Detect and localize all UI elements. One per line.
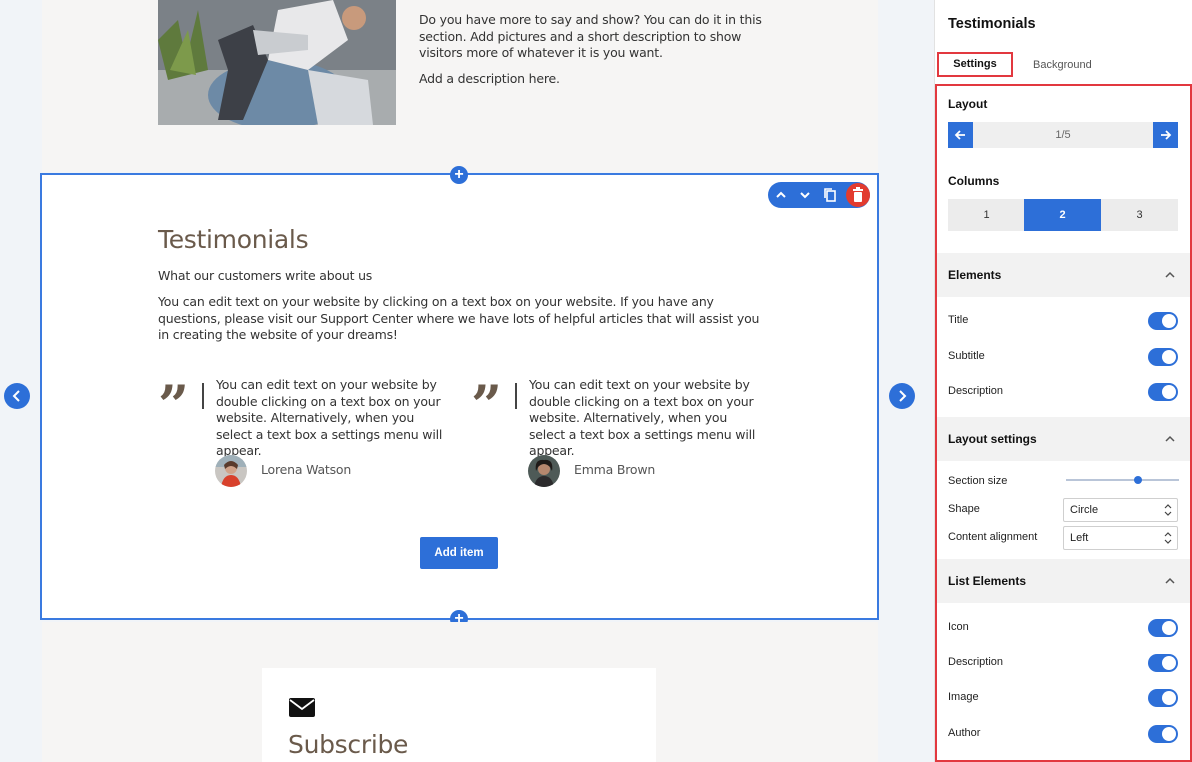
arrow-right-icon[interactable] — [1153, 122, 1178, 148]
author-name[interactable]: Emma Brown — [574, 462, 655, 477]
shape-select[interactable]: Circle — [1063, 498, 1178, 522]
author-avatar[interactable] — [215, 455, 247, 487]
testimonial-text[interactable]: You can edit text on your website by dou… — [529, 377, 761, 460]
panel-title: Testimonials — [948, 16, 1036, 32]
layout-settings-heading: Layout settings — [948, 432, 1037, 446]
editor-canvas: Do you have more to say and show? You ca… — [0, 0, 934, 762]
elements-group-header[interactable]: Elements — [937, 253, 1190, 297]
layout-settings-group-header[interactable]: Layout settings — [937, 417, 1190, 461]
testimonial-item[interactable]: ” You can edit text on your website by d… — [158, 373, 458, 490]
testimonial-text[interactable]: You can edit text on your website by dou… — [216, 377, 448, 460]
chevron-down-icon[interactable] — [794, 182, 816, 208]
testimonials-title[interactable]: Testimonials — [158, 225, 309, 254]
about-image[interactable] — [158, 0, 396, 125]
add-item-button[interactable]: Add item — [420, 537, 498, 569]
tab-settings[interactable]: Settings — [937, 52, 1013, 77]
chevron-up-icon — [1165, 435, 1175, 442]
copy-icon[interactable] — [819, 182, 841, 208]
columns-option-1[interactable]: 1 — [948, 199, 1025, 231]
columns-option-2[interactable]: 2 — [1024, 199, 1101, 231]
about-text[interactable]: Do you have more to say and show? You ca… — [419, 12, 764, 87]
shape-select-value: Circle — [1070, 504, 1099, 516]
settings-panel: Testimonials Settings Background Layout … — [934, 0, 1192, 762]
columns-option-3[interactable]: 3 — [1101, 199, 1178, 231]
chevron-up-icon — [1165, 271, 1175, 278]
list-image-label: Image — [948, 691, 979, 703]
quote-divider — [202, 383, 204, 409]
list-elements-group-header[interactable]: List Elements — [937, 559, 1190, 603]
section-size-label: Section size — [948, 475, 1008, 487]
chevron-up-icon[interactable] — [770, 182, 792, 208]
list-icon-label: Icon — [948, 621, 969, 633]
list-author-toggle[interactable] — [1148, 725, 1178, 743]
element-title-toggle[interactable] — [1148, 312, 1178, 330]
columns-picker: 1 2 3 — [948, 199, 1178, 231]
section-toolbar — [768, 182, 870, 208]
list-elements-heading: List Elements — [948, 574, 1027, 588]
chevron-up-icon — [1165, 577, 1175, 584]
list-image-toggle[interactable] — [1148, 689, 1178, 707]
elements-heading: Elements — [948, 268, 1002, 282]
about-paragraph[interactable]: Do you have more to say and show? You ca… — [419, 12, 764, 62]
element-subtitle-label: Subtitle — [948, 350, 985, 362]
about-description[interactable]: Add a description here. — [419, 71, 764, 88]
arrow-left-icon[interactable] — [948, 122, 973, 148]
list-description-toggle[interactable] — [1148, 654, 1178, 672]
testimonial-item[interactable]: ” You can edit text on your website by d… — [471, 373, 771, 490]
author-avatar[interactable] — [528, 455, 560, 487]
add-section-above-button[interactable]: + — [450, 166, 468, 184]
subscribe-title[interactable]: Subscribe — [288, 730, 408, 759]
layout-heading: Layout — [948, 97, 988, 111]
author-name[interactable]: Lorena Watson — [261, 462, 351, 477]
tab-background[interactable]: Background — [1033, 52, 1092, 77]
list-author-label: Author — [948, 727, 981, 739]
shape-label: Shape — [948, 503, 980, 515]
content-alignment-label: Content alignment — [948, 531, 1038, 543]
updown-icon — [1164, 504, 1172, 516]
content-alignment-select[interactable]: Left — [1063, 526, 1178, 550]
layout-value: 1/5 — [1055, 129, 1071, 141]
content-alignment-value: Left — [1070, 532, 1089, 544]
chevron-left-icon[interactable] — [4, 383, 30, 409]
mail-icon — [289, 698, 315, 722]
chevron-right-icon[interactable] — [889, 383, 915, 409]
list-description-label: Description — [948, 656, 1004, 668]
quote-divider — [515, 383, 517, 409]
layout-stepper: 1/5 — [948, 122, 1178, 148]
quote-icon: ” — [158, 373, 189, 437]
trash-icon[interactable] — [846, 183, 870, 207]
testimonials-subtitle[interactable]: What our customers write about us — [158, 268, 372, 283]
element-title-label: Title — [948, 314, 969, 326]
section-size-slider[interactable] — [1066, 476, 1179, 484]
list-icon-toggle[interactable] — [1148, 619, 1178, 637]
element-description-toggle[interactable] — [1148, 383, 1178, 401]
element-subtitle-toggle[interactable] — [1148, 348, 1178, 366]
updown-icon — [1164, 532, 1172, 544]
columns-heading: Columns — [948, 174, 1000, 188]
testimonials-description[interactable]: You can edit text on your website by cli… — [158, 294, 768, 344]
element-description-label: Description — [948, 385, 1004, 397]
quote-icon: ” — [471, 373, 502, 437]
